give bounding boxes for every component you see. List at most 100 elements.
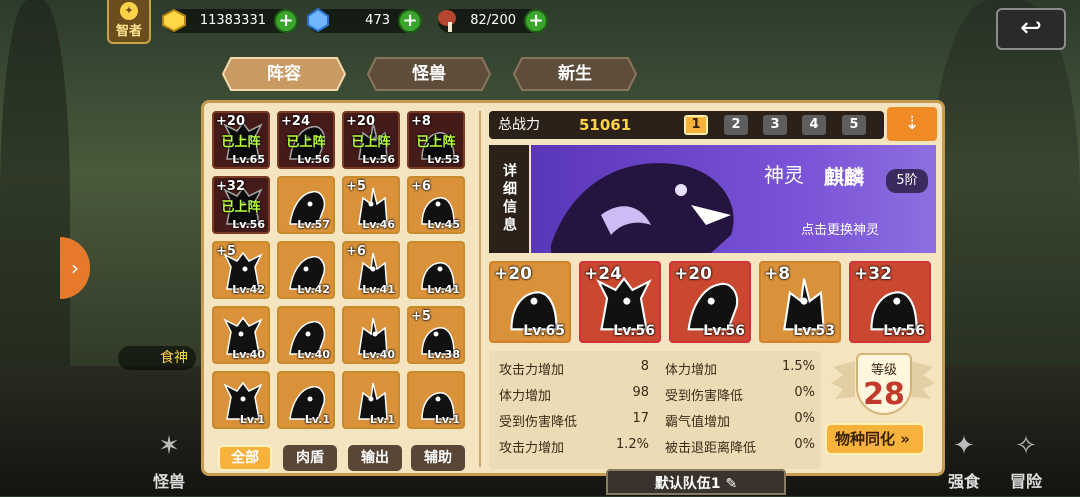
filter-support-button[interactable]: 辅助	[411, 445, 465, 471]
filter-tank-button[interactable]: 肉盾	[283, 445, 337, 471]
level-label: Lv.56	[297, 153, 330, 166]
roster-monster-card[interactable]: Lv.40	[212, 306, 270, 364]
plus-level: +20	[216, 114, 245, 129]
level-label: Lv.40	[362, 348, 395, 361]
roster-monster-card[interactable]: +6 Lv.45	[407, 176, 465, 234]
level-label: Lv.56	[362, 153, 395, 166]
diamond-counter: 473 +	[307, 7, 422, 33]
level-label: Lv.56	[232, 218, 265, 231]
lightbulb-icon: ✦	[120, 2, 138, 20]
double-chevron-icon: »	[900, 430, 910, 448]
chevron-right-icon: ›	[71, 256, 79, 280]
plus-level: +5	[411, 309, 431, 324]
dragon-spirit-icon	[551, 163, 734, 253]
nav-monsters[interactable]: ✶ 怪兽	[139, 428, 199, 492]
tab-lineup[interactable]: 阵容	[221, 56, 347, 92]
back-button[interactable]: ↩	[996, 8, 1066, 50]
team-tab-3[interactable]: 3	[763, 115, 787, 135]
species-sync-label: 物种同化	[835, 430, 896, 448]
stat-row: 攻击力增加 1.2%	[499, 437, 649, 456]
deployed-tag: 已上阵	[221, 200, 261, 215]
side-expand-button[interactable]: ›	[60, 237, 90, 299]
team-slot-card[interactable]: +20 Lv.56	[669, 261, 751, 343]
detail-info-button[interactable]: 详细信息	[489, 145, 529, 253]
title-badge[interactable]: ✦ 智者	[107, 0, 151, 44]
spirit-banner[interactable]: 神灵 麒麟 5阶 点击更换神灵	[531, 145, 936, 253]
nav-adventure-label: 冒险	[1009, 472, 1042, 491]
tab-reborn-label: 新生	[558, 64, 592, 84]
plus-level: +20	[674, 264, 712, 284]
plus-level: +6	[346, 244, 366, 259]
plus-level: +24	[281, 114, 310, 129]
roster-monster-card[interactable]: Lv.42	[277, 241, 335, 299]
team-tab-4[interactable]: 4	[802, 115, 826, 135]
roster-monster-card[interactable]: +6 Lv.41	[342, 241, 400, 299]
stat-value: 1.5%	[781, 359, 815, 374]
roster-monster-card[interactable]: +32 已上阵 Lv.56	[212, 176, 270, 234]
meat-counter: 82/200 +	[438, 9, 548, 33]
roster-monster-card[interactable]: Lv.1	[342, 371, 400, 429]
level-label: Lv.41	[362, 283, 395, 296]
spirit-name: 麒麟	[824, 165, 864, 189]
grade-box: 等级 28	[829, 353, 937, 433]
roster-monster-card[interactable]: +5 Lv.46	[342, 176, 400, 234]
stat-value: 1.2%	[615, 437, 649, 452]
roster-monster-card[interactable]: Lv.40	[342, 306, 400, 364]
team-name-button[interactable]: 默认队伍1 ✎	[606, 469, 786, 495]
plus-level: +8	[411, 114, 431, 129]
add-gold-button[interactable]: +	[274, 9, 298, 33]
level-label: Lv.56	[883, 323, 925, 339]
nav-adventure[interactable]: ✧ 冒险	[996, 428, 1056, 492]
team-stats: 攻击力增加 8 体力增加 1.5% 体力增加 98 受到伤害降低 0% 受到伤害降低 17…	[489, 351, 821, 469]
diamond-value: 473	[365, 13, 390, 28]
panel-divider	[479, 111, 481, 467]
roster-monster-card[interactable]: Lv.40	[277, 306, 335, 364]
roster-monster-card[interactable]: Lv.57	[277, 176, 335, 234]
team-tab-1[interactable]: 1	[684, 115, 708, 135]
roster-monster-card[interactable]: +24 已上阵 Lv.56	[277, 111, 335, 169]
stat-label: 受到伤害降低	[665, 389, 744, 404]
level-label: Lv.40	[232, 348, 265, 361]
deployed-tag: 已上阵	[286, 135, 326, 150]
tab-reborn[interactable]: 新生	[512, 56, 638, 92]
level-label: Lv.65	[523, 323, 565, 339]
roster-monster-card[interactable]: +8 已上阵 Lv.53	[407, 111, 465, 169]
plus-level: +5	[346, 179, 366, 194]
level-label: Lv.57	[297, 218, 330, 231]
team-slot-card[interactable]: +24 Lv.56	[579, 261, 661, 343]
filter-dps-button[interactable]: 输出	[348, 445, 402, 471]
roster-monster-card[interactable]: +20 已上阵 Lv.65	[212, 111, 270, 169]
level-label: Lv.42	[297, 283, 330, 296]
roster-monster-card[interactable]: Lv.1	[277, 371, 335, 429]
roster-monster-card[interactable]: +5 Lv.42	[212, 241, 270, 299]
level-label: Lv.40	[297, 348, 330, 361]
stat-label: 攻击力增加	[499, 441, 565, 456]
roster-monster-card[interactable]: Lv.1	[407, 371, 465, 429]
stat-row: 被击退距离降低 0%	[665, 437, 815, 456]
roster-monster-card[interactable]: +5 Lv.38	[407, 306, 465, 364]
level-label: Lv.1	[434, 413, 460, 426]
team-slot-card[interactable]: +20 Lv.65	[489, 261, 571, 343]
species-sync-button[interactable]: 物种同化 »	[825, 423, 925, 455]
add-diamond-button[interactable]: +	[398, 9, 422, 33]
level-label: Lv.45	[427, 218, 460, 231]
food-god-button[interactable]: 食神	[118, 346, 196, 370]
level-label: Lv.56	[703, 323, 745, 339]
gold-value: 11383331	[199, 13, 266, 28]
plus-level: +5	[216, 244, 236, 259]
stat-value: 0%	[794, 385, 815, 400]
roster-monster-card[interactable]: Lv.1	[212, 371, 270, 429]
team-slot-card[interactable]: +32 Lv.56	[849, 261, 931, 343]
swap-team-button[interactable]: ⇣	[887, 107, 937, 141]
tab-monsters[interactable]: 怪兽	[366, 56, 492, 92]
team-slot-card[interactable]: +8 Lv.53	[759, 261, 841, 343]
level-label: Lv.53	[427, 153, 460, 166]
stat-label: 体力增加	[665, 363, 718, 378]
roster-monster-card[interactable]: +20 已上阵 Lv.56	[342, 111, 400, 169]
diamond-icon	[307, 7, 329, 33]
roster-monster-card[interactable]: Lv.41	[407, 241, 465, 299]
filter-all-button[interactable]: 全部	[218, 445, 272, 471]
team-tab-5[interactable]: 5	[842, 115, 866, 135]
add-meat-button[interactable]: +	[524, 9, 548, 33]
team-tab-2[interactable]: 2	[724, 115, 748, 135]
